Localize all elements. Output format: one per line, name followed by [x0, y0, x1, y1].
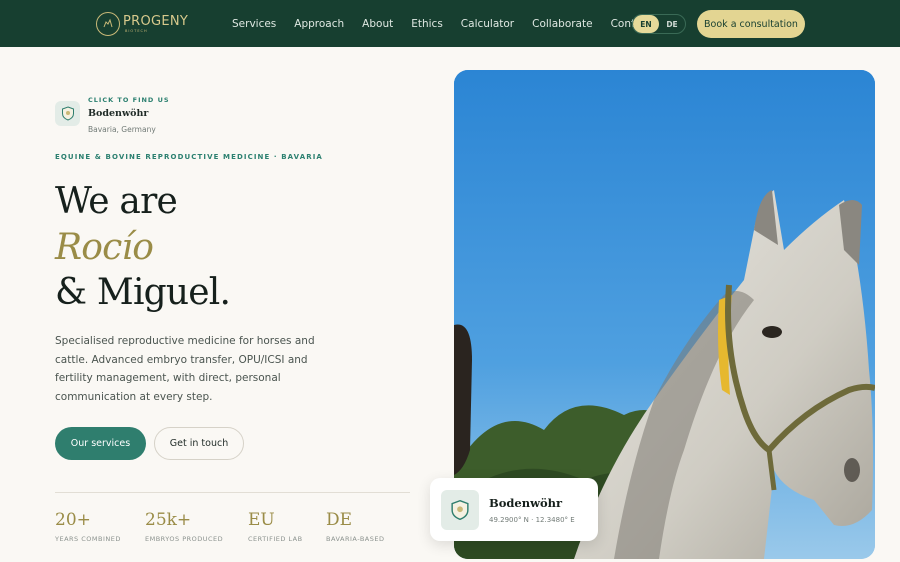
nav-links: Services Approach About Ethics Calculato… [232, 0, 669, 47]
stat-label: YEARS COMBINED [55, 535, 121, 543]
top-navigation: PROGENY BIOTECH Services Approach About … [0, 0, 900, 47]
location-city: Bodenwöhr [88, 108, 149, 119]
find-us-kicker: CLICK TO FIND US [88, 96, 170, 104]
hero-heading-line-2: Rocío [55, 227, 154, 268]
hero-description: Specialised reproductive medicine for ho… [55, 335, 315, 403]
logo-wordmark: PROGENY [123, 13, 189, 29]
stat-location: DE BAVARIA-BASED [326, 509, 384, 543]
stat-value: 25k+ [145, 510, 192, 530]
nav-link-about[interactable]: About [362, 18, 393, 30]
stat-label: BAVARIA-BASED [326, 535, 385, 543]
location-country: Bavaria, Germany [88, 125, 156, 134]
card-coordinates: 49.2900° N · 12.3480° E [489, 515, 575, 524]
stat-value: 20+ [55, 510, 91, 530]
get-in-touch-button[interactable]: Get in touch [154, 427, 244, 460]
hero-heading-line-3: & Miguel. [55, 272, 231, 313]
nav-link-ethics[interactable]: Ethics [411, 18, 443, 30]
shield-location-icon [55, 101, 80, 126]
nav-link-approach[interactable]: Approach [294, 18, 344, 30]
stat-label: CERTIFIED LAB [248, 535, 303, 543]
nav-link-services[interactable]: Services [232, 18, 276, 30]
hero-heading-line-1: We are [55, 181, 178, 222]
stat-years: 20+ YEARS COMBINED [55, 509, 121, 543]
nav-link-collaborate[interactable]: Collaborate [532, 18, 592, 30]
our-services-button[interactable]: Our services [55, 427, 146, 460]
stat-certified: EU CERTIFIED LAB [248, 509, 303, 543]
lang-en-button[interactable]: EN [633, 15, 659, 33]
logo-subtitle: BIOTECH [125, 28, 148, 33]
stat-value: DE [326, 510, 353, 530]
find-us-link[interactable]: CLICK TO FIND US Bodenwöhr Bavaria, Germ… [55, 96, 170, 135]
hero-eyebrow: EQUINE & BOVINE REPRODUCTIVE MEDICINE · … [55, 153, 323, 161]
stats-divider [55, 492, 410, 493]
nav-link-calculator[interactable]: Calculator [461, 18, 514, 30]
stat-label: EMBRYOS PRODUCED [145, 535, 224, 543]
book-consultation-button[interactable]: Book a consultation [697, 10, 805, 38]
stat-embryos: 25k+ EMBRYOS PRODUCED [145, 509, 223, 543]
location-map-card[interactable]: Bodenwöhr 49.2900° N · 12.3480° E [430, 478, 598, 541]
horse-emblem-icon [96, 12, 120, 36]
language-toggle: EN DE [632, 14, 686, 34]
stat-value: EU [248, 510, 275, 530]
lang-de-button[interactable]: DE [659, 15, 685, 33]
shield-location-icon [441, 489, 479, 530]
logo[interactable]: PROGENY BIOTECH [96, 11, 188, 37]
card-city: Bodenwöhr [489, 495, 563, 510]
